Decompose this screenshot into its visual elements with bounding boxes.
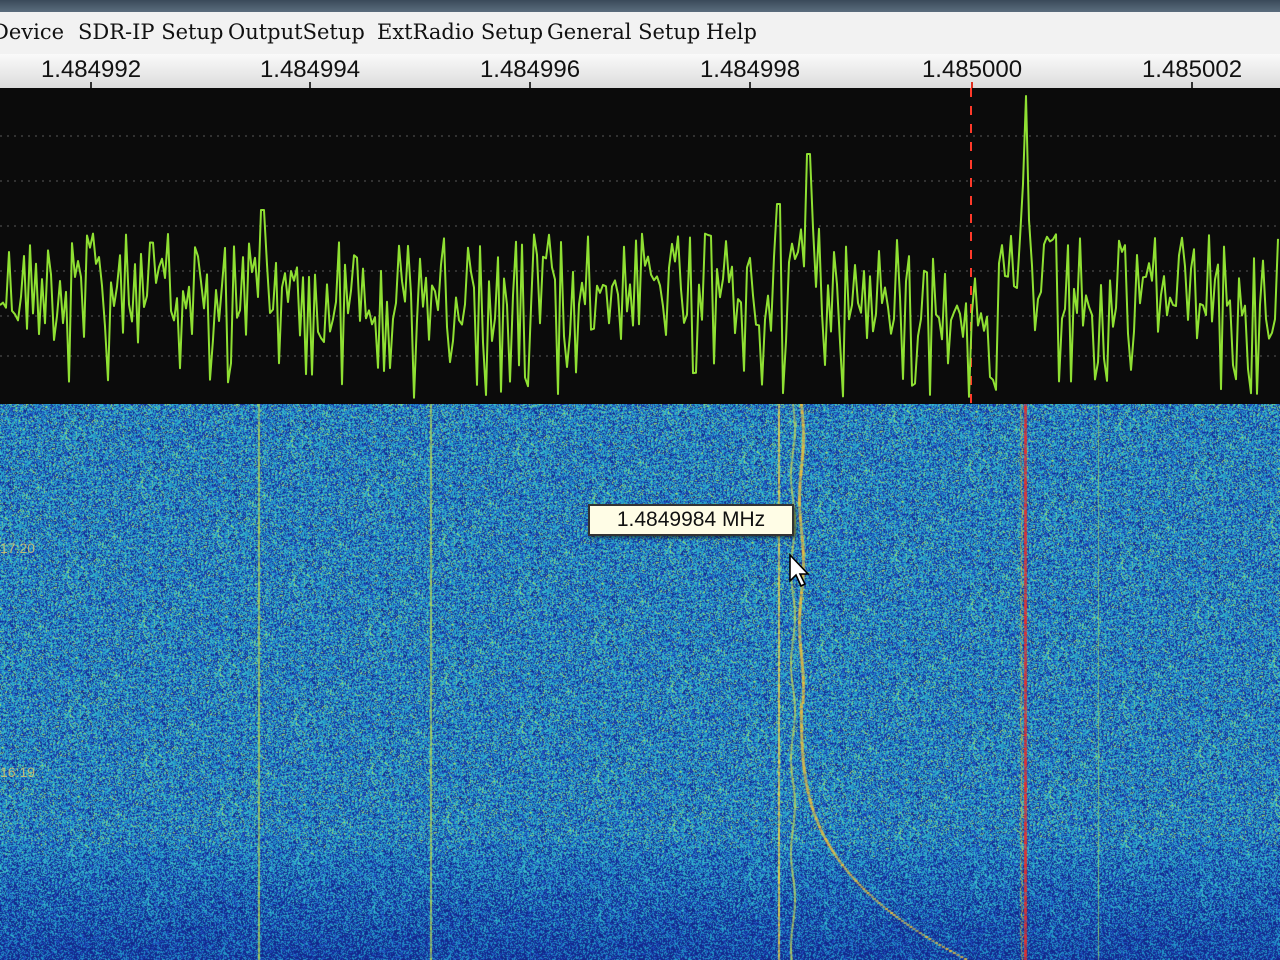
frequency-tick-label: 1.485002 xyxy=(1141,56,1243,83)
menu-bar: Device SDR-IP Setup OutputSetup ExtRadio… xyxy=(0,12,1280,54)
waterfall-time-label: 16:19 xyxy=(0,764,36,780)
spectrum-trace xyxy=(0,95,1279,399)
menu-sdr-ip-setup[interactable]: SDR-IP Setup xyxy=(78,20,223,44)
frequency-scale[interactable]: 1.484992 1.484994 1.484996 1.484998 1.48… xyxy=(0,54,1280,90)
waterfall-display[interactable] xyxy=(0,404,1280,960)
frequency-tick-label: 1.484992 xyxy=(40,56,142,83)
waterfall-time-label: 17:20 xyxy=(0,540,36,556)
mouse-pointer-icon xyxy=(789,553,810,588)
frequency-tooltip: 1.4849984 MHz xyxy=(588,504,794,536)
window-title-bar xyxy=(0,0,1280,12)
menu-extradio-setup[interactable]: ExtRadio Setup xyxy=(377,20,543,44)
tooltip-text: 1.4849984 MHz xyxy=(616,508,766,531)
spectrum-display[interactable] xyxy=(0,88,1280,404)
frequency-tick-label: 1.484998 xyxy=(699,56,801,83)
menu-device[interactable]: Device xyxy=(0,20,64,44)
frequency-tick-label: 1.484994 xyxy=(259,56,361,83)
menu-output-setup[interactable]: OutputSetup xyxy=(228,20,365,44)
menu-help[interactable]: Help xyxy=(706,20,757,44)
menu-general-setup[interactable]: General Setup xyxy=(547,20,700,44)
frequency-tick-label: 1.484996 xyxy=(479,56,581,83)
frequency-tick-label: 1.485000 xyxy=(921,56,1023,83)
